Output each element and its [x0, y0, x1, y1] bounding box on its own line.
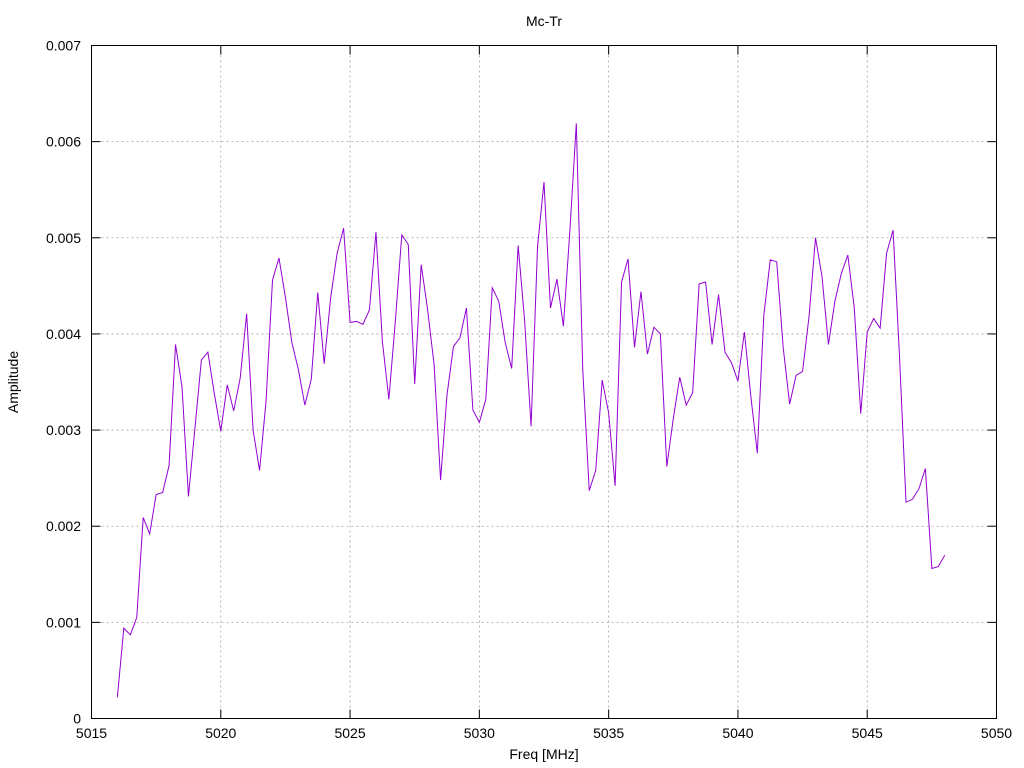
- y-tick-label: 0.003: [46, 422, 81, 438]
- y-tick-label: 0: [73, 711, 81, 727]
- y-tick-label: 0.007: [46, 38, 81, 54]
- x-tick-label: 5050: [981, 725, 1012, 741]
- x-axis-label: Freq [MHz]: [509, 746, 578, 762]
- x-tick-label: 5035: [593, 725, 624, 741]
- x-tick-label: 5025: [334, 725, 365, 741]
- x-tick-label: 5045: [852, 725, 883, 741]
- x-tick-label: 5020: [205, 725, 236, 741]
- y-axis-label: Amplitude: [5, 351, 21, 413]
- y-tick-label: 0.004: [46, 326, 81, 342]
- y-tick-label: 0.001: [46, 614, 81, 630]
- y-tick-label: 0.002: [46, 518, 81, 534]
- y-tick-label: 0.005: [46, 230, 81, 246]
- x-tick-label: 5015: [76, 725, 107, 741]
- chart-background: [0, 0, 1024, 768]
- line-chart: 5015 5020 5025 5030 5035 5040 5045 5050 0 0.001 0.…: [0, 0, 1024, 768]
- x-tick-label: 5030: [464, 725, 495, 741]
- x-tick-label: 5040: [722, 725, 753, 741]
- chart-title: Mc-Tr: [526, 13, 562, 29]
- y-tick-label: 0.006: [46, 134, 81, 150]
